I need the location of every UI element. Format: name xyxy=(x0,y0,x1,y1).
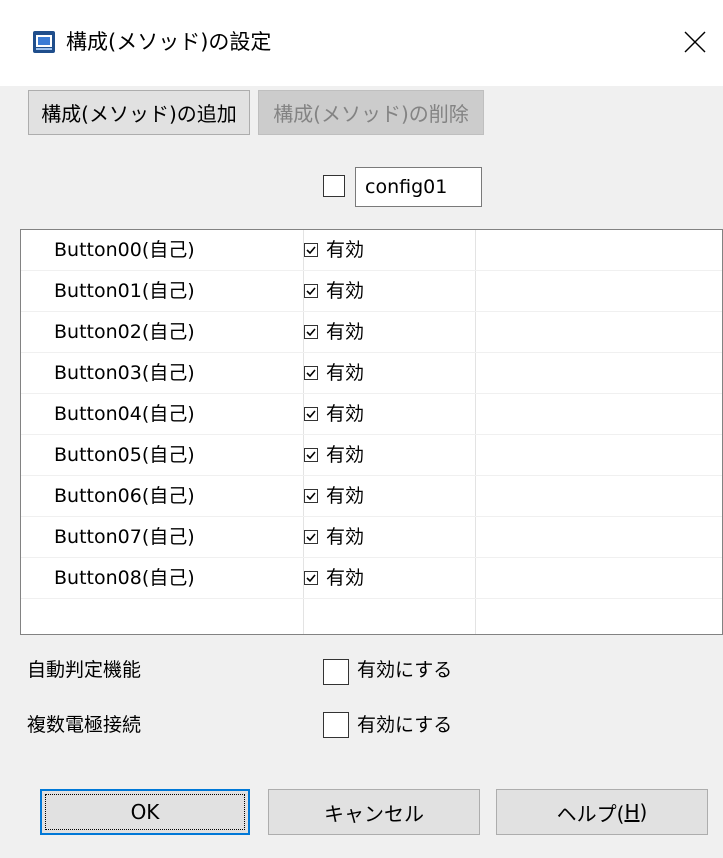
table-row[interactable]: Button05(自己) 有効 xyxy=(21,435,722,476)
checkmark-icon[interactable] xyxy=(304,243,318,257)
button-table: Button00(自己) 有効 Button01(自己) 有効 Button02… xyxy=(20,229,723,635)
multi-electrode-checkbox[interactable] xyxy=(323,712,349,738)
config-checkbox[interactable] xyxy=(323,175,345,197)
enable-cell[interactable]: 有効 xyxy=(304,444,364,466)
help-label-suffix: ) xyxy=(639,800,648,824)
auto-judge-label: 自動判定機能 xyxy=(27,659,142,681)
enable-cell[interactable]: 有効 xyxy=(304,567,364,589)
button-name: Button05(自己) xyxy=(54,444,195,466)
table-row[interactable]: Button07(自己) 有効 xyxy=(21,517,722,558)
button-name: Button08(自己) xyxy=(54,567,195,589)
auto-judge-check-label[interactable]: 有効にする xyxy=(357,658,452,682)
button-name: Button03(自己) xyxy=(54,362,195,384)
enable-cell[interactable]: 有効 xyxy=(304,526,364,548)
checkmark-icon[interactable] xyxy=(304,571,318,585)
enable-cell[interactable]: 有効 xyxy=(304,485,364,507)
table-row[interactable]: Button08(自己) 有効 xyxy=(21,558,722,599)
help-label: ヘルプ( xyxy=(556,801,625,826)
help-button[interactable]: ヘルプ(H) xyxy=(496,789,708,835)
ok-button[interactable]: OK xyxy=(40,789,250,835)
table-row[interactable]: Button03(自己) 有効 xyxy=(21,353,722,394)
enable-label: 有効 xyxy=(326,526,365,548)
checkmark-icon[interactable] xyxy=(304,325,318,339)
enable-label: 有効 xyxy=(326,444,365,466)
button-name: Button04(自己) xyxy=(54,403,195,425)
button-name: Button00(自己) xyxy=(54,239,195,261)
enable-cell[interactable]: 有効 xyxy=(304,239,364,261)
title-bar: 構成(メソッド)の設定 xyxy=(0,0,723,86)
enable-label: 有効 xyxy=(326,239,365,261)
app-config-icon xyxy=(33,31,55,53)
enable-label: 有効 xyxy=(326,403,365,425)
button-name: Button07(自己) xyxy=(54,526,195,548)
checkmark-icon[interactable] xyxy=(304,366,318,380)
enable-label: 有効 xyxy=(326,321,365,343)
auto-judge-checkbox[interactable] xyxy=(323,659,349,685)
button-name: Button01(自己) xyxy=(54,280,195,302)
enable-label: 有効 xyxy=(326,362,365,384)
close-button[interactable] xyxy=(667,14,723,70)
button-name: Button06(自己) xyxy=(54,485,195,507)
enable-label: 有効 xyxy=(326,567,365,589)
button-name: Button02(自己) xyxy=(54,321,195,343)
checkmark-icon[interactable] xyxy=(304,530,318,544)
checkmark-icon[interactable] xyxy=(304,448,318,462)
table-row[interactable]: Button04(自己) 有効 xyxy=(21,394,722,435)
multi-electrode-label: 複数電極接続 xyxy=(27,714,142,736)
help-mnemonic: H xyxy=(624,800,640,824)
add-config-button[interactable]: 構成(メソッド)の追加 xyxy=(28,90,250,135)
config-name-input[interactable] xyxy=(355,167,482,207)
table-row[interactable]: Button06(自己) 有効 xyxy=(21,476,722,517)
enable-label: 有効 xyxy=(326,485,365,507)
close-icon xyxy=(684,31,706,53)
checkmark-icon[interactable] xyxy=(304,407,318,421)
table-row[interactable]: Button01(自己) 有効 xyxy=(21,271,722,312)
multi-electrode-check-label[interactable]: 有効にする xyxy=(357,713,452,737)
window-title: 構成(メソッド)の設定 xyxy=(66,30,272,54)
enable-cell[interactable]: 有効 xyxy=(304,321,364,343)
enable-label: 有効 xyxy=(326,280,365,302)
enable-cell[interactable]: 有効 xyxy=(304,403,364,425)
configuration-dialog: 構成(メソッド)の設定 構成(メソッド)の追加 構成(メソッド)の削除 Butt… xyxy=(0,0,723,858)
enable-cell[interactable]: 有効 xyxy=(304,362,364,384)
table-row[interactable]: Button02(自己) 有効 xyxy=(21,312,722,353)
checkmark-icon[interactable] xyxy=(304,284,318,298)
checkmark-icon[interactable] xyxy=(304,489,318,503)
enable-cell[interactable]: 有効 xyxy=(304,280,364,302)
cancel-button[interactable]: キャンセル xyxy=(268,789,480,835)
delete-config-button[interactable]: 構成(メソッド)の削除 xyxy=(258,90,484,135)
table-row[interactable]: Button00(自己) 有効 xyxy=(21,230,722,271)
